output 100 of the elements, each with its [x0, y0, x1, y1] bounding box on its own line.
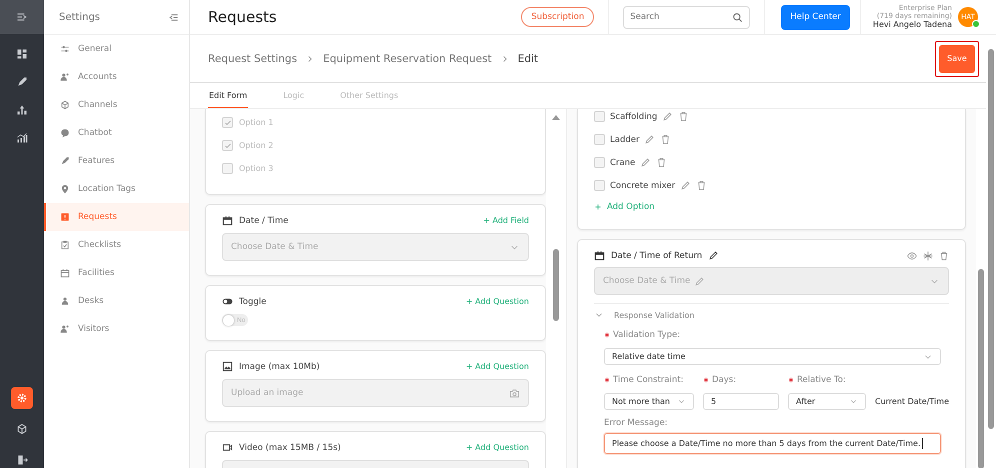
card-title: Toggle [239, 296, 268, 306]
checkbox[interactable] [222, 117, 233, 128]
user-name: Hevi Angelo Tadena [872, 20, 952, 30]
add-option-link[interactable]: Add Option [607, 202, 655, 212]
expand-icon [16, 11, 28, 23]
option-label: Option 1 [239, 118, 274, 127]
scrollbar[interactable] [976, 109, 986, 468]
required-asterisk-icon [788, 377, 794, 383]
sidebar-item[interactable]: Location Tags [44, 175, 189, 203]
option-label: Scaffolding [610, 112, 658, 122]
save-button[interactable]: Save [939, 44, 975, 72]
pencil-icon [640, 157, 652, 168]
required-asterisk-icon [604, 377, 610, 383]
trash-icon [939, 250, 949, 260]
option-label: Option 3 [239, 164, 274, 173]
calendar-icon [594, 250, 605, 261]
question-title: Date / Time of Return [611, 250, 702, 260]
video-icon [222, 442, 233, 453]
sidebar-item[interactable]: Facilities [44, 259, 189, 287]
sidebar-item[interactable]: Visitors [44, 315, 189, 343]
validation-type-select[interactable]: Relative date time [604, 348, 941, 365]
trash-icon [656, 157, 668, 168]
card-title: Image (max 10Mb) [239, 362, 321, 372]
breadcrumb-item: Edit [518, 52, 538, 64]
option-label: Option 2 [239, 141, 274, 150]
cube-icon [60, 100, 70, 110]
trash-icon [678, 111, 690, 122]
sidebar-item[interactable]: Accounts [44, 63, 189, 91]
date-field[interactable]: Choose Date & Time [594, 267, 949, 295]
pencil-icon [708, 250, 720, 261]
bars-icon [16, 132, 28, 144]
date-field[interactable]: Choose Date & Time [222, 233, 529, 261]
sidebar-item[interactable]: Channels [44, 91, 189, 119]
response-validation-toggle[interactable]: Response Validation [614, 310, 694, 320]
rail-button[interactable] [11, 387, 33, 409]
add-link[interactable]: + Add Question [466, 443, 529, 452]
error-message-input[interactable]: Please choose a Date/Time no more than 5 days from the current Date/Time. [604, 433, 941, 454]
checkbox[interactable] [594, 180, 605, 191]
people-icon [60, 324, 70, 334]
search-icon [732, 12, 744, 22]
sidebar-item[interactable]: Chatbot [44, 119, 189, 147]
collapse-menu-icon [168, 12, 179, 22]
days-input[interactable]: 5 [703, 393, 779, 410]
checkbox[interactable] [594, 157, 605, 168]
option-label: Concrete mixer [610, 180, 676, 190]
sidebar-item[interactable]: Desks [44, 287, 189, 315]
sidebar-item[interactable]: Checklists [44, 231, 189, 259]
person-icon [60, 296, 70, 306]
sidebar-title: Settings [59, 12, 100, 22]
trash-icon [696, 180, 708, 191]
relative-to-select[interactable]: After [788, 393, 866, 410]
request-icon [60, 212, 70, 222]
page-title: Requests [208, 8, 278, 26]
option-label: Ladder [610, 134, 640, 144]
pencil-icon [694, 276, 706, 286]
breadcrumb-item[interactable]: Equipment Reservation Request [323, 52, 492, 64]
upload-field[interactable] [222, 460, 529, 468]
checkbox[interactable] [222, 140, 233, 151]
pin-icon [60, 184, 70, 194]
camera-icon [509, 388, 520, 398]
search-field[interactable]: Search [623, 6, 750, 28]
people-icon [60, 72, 70, 82]
checkbox[interactable] [594, 134, 605, 145]
plus-icon [594, 203, 602, 211]
sidebar-item[interactable]: General [44, 35, 189, 63]
add-link[interactable]: + Add Field [483, 216, 529, 225]
add-link[interactable]: + Add Question [466, 297, 529, 306]
sidebar-item[interactable]: Requests [44, 203, 189, 231]
tab[interactable]: Other Settings [339, 83, 400, 108]
field-label: Validation Type: [613, 330, 680, 340]
subscription-button[interactable]: Subscription [521, 7, 594, 27]
time-constraint-select[interactable]: Not more than [604, 393, 694, 410]
required-asterisk-icon [604, 332, 610, 338]
image-icon [222, 361, 233, 372]
option-label: Crane [610, 158, 636, 168]
tab[interactable]: Logic [282, 83, 306, 108]
card-title: Video (max 15MB / 15s) [239, 442, 342, 452]
exit-icon [16, 454, 28, 466]
scrollbar[interactable] [546, 109, 567, 468]
pencil-icon [662, 111, 674, 122]
check-icon [224, 118, 232, 126]
breadcrumb-item[interactable]: Request Settings [208, 52, 298, 64]
pencil-icon [680, 180, 692, 191]
bubble-icon [60, 128, 70, 138]
help-center-button[interactable]: Help Center [781, 4, 850, 30]
toggle-icon [222, 296, 233, 307]
checkbox[interactable] [222, 163, 233, 174]
growth-icon [16, 104, 28, 116]
add-link[interactable]: + Add Question [466, 362, 529, 371]
checkbox[interactable] [594, 111, 605, 122]
upload-field[interactable]: Upload an image [222, 379, 529, 407]
eye-icon [907, 250, 917, 260]
sidebar-item[interactable]: Features [44, 147, 189, 175]
tab[interactable]: Edit Form [208, 83, 248, 108]
field-label: Error Message: [604, 418, 668, 428]
cube-icon [16, 423, 28, 435]
sliders-icon [60, 44, 70, 54]
calendar-icon [60, 268, 70, 278]
date-icon [222, 215, 233, 226]
gear-icon [16, 392, 28, 404]
